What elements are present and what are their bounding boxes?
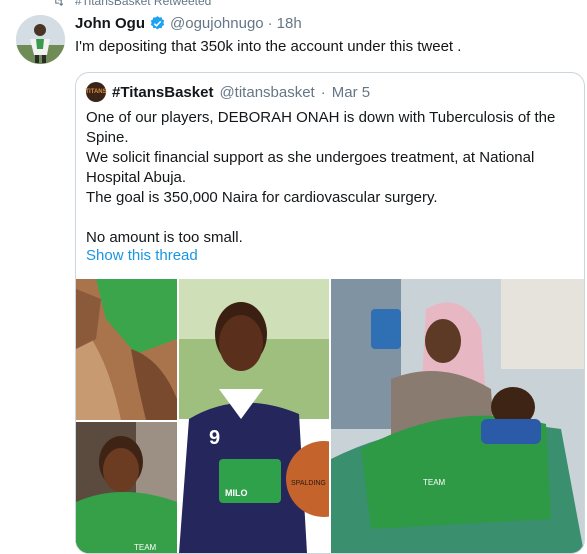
header-separator: · [267,15,273,32]
jersey-logo-text: MILO [225,488,248,498]
author-name[interactable]: John Ogu [75,15,145,32]
photo-back[interactable] [76,279,177,420]
jersey-text: TEAM [134,543,157,552]
quoted-author-avatar: TITANS [85,82,107,102]
tweet-timestamp[interactable]: 18h [277,15,302,32]
author-avatar[interactable] [16,15,65,64]
photo-player-jersey[interactable]: 9 MILO SPALDING [179,279,329,553]
retweet-context-text: #TitansBasket Retweeted [75,0,212,8]
quoted-tweet-header: TITANS #TitansBasket @titansbasket · Mar… [85,82,371,102]
quoted-header-separator: · [320,83,326,101]
quoted-author-handle: @titansbasket [219,83,315,101]
show-thread-link[interactable]: Show this thread [86,247,198,264]
ball-text: SPALDING [291,480,326,487]
tweet-header: John Ogu @ogujohnugo · 18h [75,15,302,32]
jersey-number: 9 [209,427,220,449]
quoted-line: We solicit financial support as she unde… [86,149,535,186]
quoted-line: One of our players, DEBORAH ONAH is down… [86,109,556,146]
quoted-avatar-logo-text: TITANS [85,89,107,95]
quoted-line: The goal is 350,000 Naira for cardiovasc… [86,189,438,206]
author-handle[interactable]: @ogujohnugo [170,15,264,32]
media-grid: TEAM 9 MILO SPALDING TEAM [76,279,584,553]
quoted-closing-line: No amount is too small. [86,229,243,246]
jersey-text: TEAM [423,478,446,487]
photo-hospital[interactable]: TEAM [331,279,584,553]
photo-face-small[interactable]: TEAM [76,422,177,553]
quoted-author-name: #TitansBasket [112,83,214,101]
retweet-icon [55,0,64,6]
quoted-tweet-card[interactable]: TITANS #TitansBasket @titansbasket · Mar… [75,72,585,554]
retweet-context: #TitansBasket Retweeted [52,0,211,9]
quoted-tweet-text: One of our players, DEBORAH ONAH is down… [86,108,576,248]
quoted-tweet-date: Mar 5 [331,83,371,101]
tweet-text: I'm depositing that 350k into the accoun… [75,38,462,55]
verified-badge-icon [150,16,165,30]
